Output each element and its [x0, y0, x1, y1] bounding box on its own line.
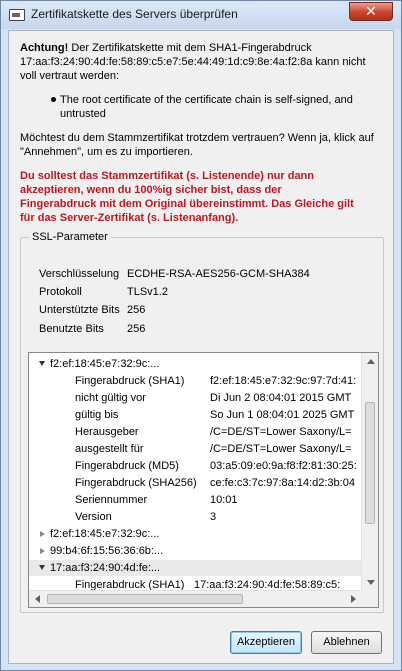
field-key: Fingerabdruck (SHA1) [75, 375, 185, 387]
bullet-line-2: untrusted [60, 108, 106, 120]
ssl-value: 256 [127, 304, 146, 316]
scrollbar-thumb[interactable] [365, 402, 375, 524]
bullet-icon [51, 97, 56, 102]
field-value: f2:ef:18:45:e7:32:9c:97:7d:41: [210, 375, 357, 387]
tree-field-row[interactable]: Fingerabdruck (SHA1) f2:ef:18:45:e7:32:9… [29, 373, 362, 389]
tree-field-row[interactable]: ausgestellt für /C=DE/ST=Lower Saxony/L= [29, 441, 362, 457]
scroll-down-icon[interactable] [367, 580, 375, 585]
tree-node-root-cert[interactable]: 17:aa:f3:24:90:4d:fe:... [29, 560, 362, 576]
tree-field-row[interactable]: Herausgeber /C=DE/ST=Lower Saxony/L= [29, 424, 362, 440]
tree-node-intermediate-cert[interactable]: f2:ef:18:45:e7:32:9c:... [29, 526, 362, 542]
expand-arrow-icon[interactable] [39, 361, 45, 366]
field-key: nicht gültig vor [75, 392, 146, 404]
ssl-value: 256 [127, 323, 146, 335]
field-key: Seriennummer [75, 494, 148, 506]
ssl-key: Protokoll [39, 286, 82, 298]
scroll-corner [361, 590, 378, 607]
question-line-2: "Annehmen", um es zu importieren. [20, 146, 193, 158]
scroll-left-icon[interactable] [35, 595, 40, 603]
tree-field-row[interactable]: Version 3 [29, 509, 362, 525]
field-value: ce:fe:c3:7c:97:8a:14:d2:3b:04 [210, 477, 355, 489]
collapse-arrow-icon[interactable] [40, 548, 45, 554]
intro-text: Achtung! Der Zertifikatskette mit dem SH… [20, 41, 388, 83]
scroll-up-icon[interactable] [367, 359, 375, 364]
field-key: Version [75, 511, 112, 523]
intro-line-2: 17:aa:f3:24:90:4d:fe:58:89:c5:e7:5e:44:4… [20, 56, 366, 68]
tree-node-label: 17:aa:f3:24:90:4d:fe:... [50, 562, 161, 574]
warning-line-1: Du solltest das Stammzertifikat (s. List… [20, 170, 314, 182]
tree-node-label: f2:ef:18:45:e7:32:9c:... [50, 358, 160, 370]
tree-node-label: f2:ef:18:45:e7:32:9c:... [50, 528, 160, 540]
tree-node-intermediate-cert[interactable]: 99:b4:6f:15:56:36:6b:... [29, 543, 362, 559]
certificate-dialog-window: Zertifikatskette des Servers überprüfen … [0, 0, 402, 671]
field-value: /C=DE/ST=Lower Saxony/L= [210, 443, 352, 455]
field-value: Di Jun 2 08:04:01 2015 GMT [210, 392, 352, 404]
scroll-right-icon[interactable] [351, 595, 356, 603]
tree-field-row[interactable]: nicht gültig vor Di Jun 2 08:04:01 2015 … [29, 390, 362, 406]
intro-line-3: voll vertraut werden: [20, 70, 120, 82]
ssl-key: Unterstützte Bits [39, 304, 120, 316]
tree-field-row[interactable]: Seriennummer 10:01 [29, 492, 362, 508]
tree-field-row[interactable]: gültig bis So Jun 1 08:04:01 2025 GMT [29, 407, 362, 423]
warning-line-2: akzeptieren, wenn du 100%ig sicher bist,… [20, 184, 282, 196]
warning-line-3: Fingerabdruck mit dem Original übereinst… [20, 198, 354, 210]
horizontal-scrollbar[interactable] [29, 590, 362, 607]
tree-node-label: 99:b4:6f:15:56:36:6b:... [50, 545, 164, 557]
expand-arrow-icon[interactable] [39, 565, 45, 570]
group-legend: SSL-Parameter [29, 231, 111, 243]
window-title: Zertifikatskette des Servers überprüfen [31, 7, 238, 21]
tree-field-row[interactable]: Fingerabdruck (MD5) 03:a5:09:e0:9a:f8:f2… [29, 458, 362, 474]
close-button[interactable]: ✕ [349, 2, 393, 21]
ssl-key: Benutzte Bits [39, 323, 104, 335]
field-value: 03:a5:09:e0:9a:f8:f2:81:30:25: [210, 460, 357, 472]
title-bar: Zertifikatskette des Servers überprüfen … [1, 1, 401, 29]
field-key: gültig bis [75, 409, 119, 421]
scrollbar-thumb[interactable] [47, 594, 243, 604]
ssl-value: ECDHE-RSA-AES256-GCM-SHA384 [127, 268, 310, 280]
accept-button[interactable]: Akzeptieren [230, 631, 302, 654]
vertical-scrollbar[interactable] [361, 353, 378, 591]
reject-button[interactable]: Ablehnen [311, 631, 382, 654]
field-value: So Jun 1 08:04:01 2025 GMT [210, 409, 355, 421]
app-window-icon [9, 9, 25, 21]
tree-node-server-cert[interactable]: f2:ef:18:45:e7:32:9c:... [29, 356, 362, 372]
field-key: ausgestellt für [75, 443, 144, 455]
question-text: Möchtest du dem Stammzertifikat trotzdem… [20, 131, 388, 159]
question-line-1: Möchtest du dem Stammzertifikat trotzdem… [20, 132, 374, 144]
dialog-body: Achtung! Der Zertifikatskette mit dem SH… [8, 30, 394, 664]
warning-text: Du solltest das Stammzertifikat (s. List… [20, 169, 388, 225]
field-value: 3 [210, 511, 217, 523]
field-key: Fingerabdruck (SHA256) [75, 477, 197, 489]
warning-line-4: für das Server-Zertifikat (s. Listenanfa… [20, 212, 239, 224]
certificate-tree[interactable]: f2:ef:18:45:e7:32:9c:... Fingerabdruck (… [28, 352, 379, 608]
intro-bold: Achtung! [20, 42, 69, 54]
bullet-line-1: The root certificate of the certificate … [60, 94, 353, 106]
ssl-value: TLSv1.2 [127, 286, 168, 298]
tree-field-row[interactable]: Fingerabdruck (SHA256) ce:fe:c3:7c:97:8a… [29, 475, 362, 491]
field-key: Herausgeber [75, 426, 139, 438]
field-value: /C=DE/ST=Lower Saxony/L= [210, 426, 352, 438]
field-key: Fingerabdruck (MD5) [75, 460, 179, 472]
field-value: 10:01 [210, 494, 238, 506]
intro-line-1: Der Zertifikatskette mit dem SHA1-Finger… [68, 42, 312, 54]
bullet-text: The root certificate of the certificate … [60, 93, 390, 121]
ssl-key: Verschlüsselung [39, 268, 120, 280]
collapse-arrow-icon[interactable] [40, 531, 45, 537]
